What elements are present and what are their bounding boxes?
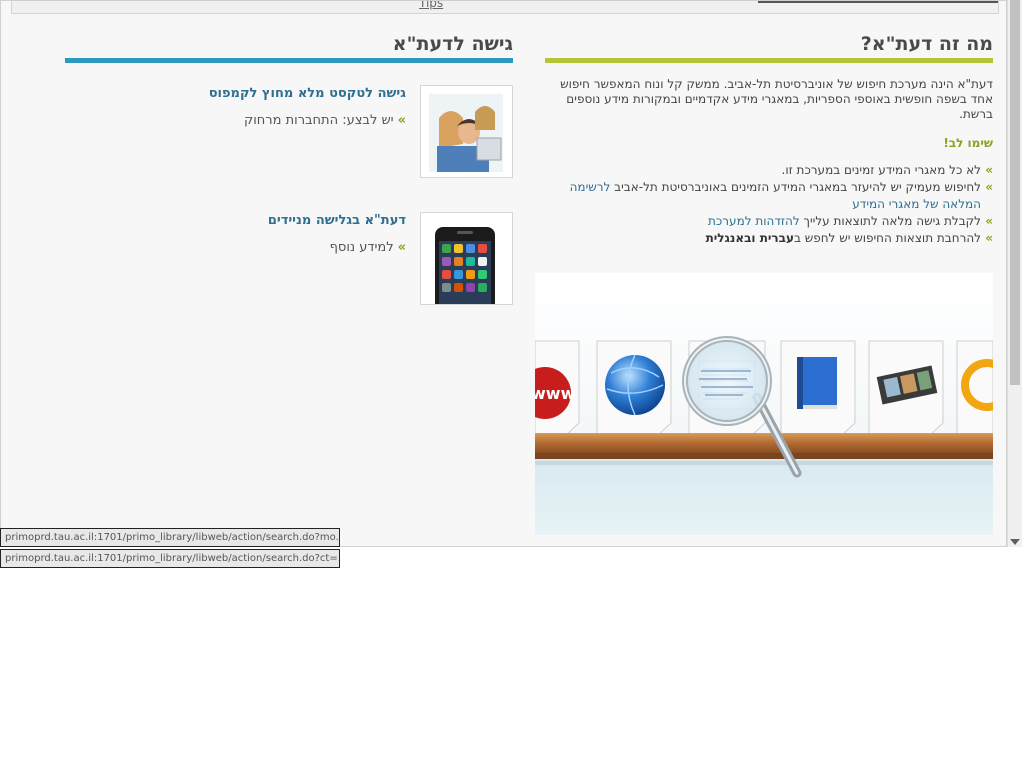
chevron-icon: » (397, 240, 406, 255)
top-bar: Tips (11, 1, 999, 14)
mobile-access-title[interactable]: דעת"א בגלישה מניידים (268, 213, 406, 228)
tips-link[interactable]: Tips (419, 1, 443, 10)
about-intro: דעת"א הינה מערכת חיפוש של אוניברסיטת תל-… (560, 77, 993, 121)
about-divider (545, 58, 993, 63)
top-bar-edge (758, 1, 998, 3)
list-item: » לקבלת גישה מלאה לתוצאות עלייך להזדהות … (708, 214, 993, 228)
book-card-icon (780, 340, 856, 437)
status-bar-url: primoprd.tau.ac.il:1701/primo_library/li… (0, 549, 340, 568)
list-item: » לחיפוש מעמיק יש להיעזר במאגרי המידע הז… (569, 180, 993, 211)
notice-heading: שימו לב! (943, 136, 993, 150)
mobile-access-card: דעת"א בגלישה מניידים »למידע נוסף (65, 190, 513, 317)
www-card-icon: www (535, 340, 580, 437)
about-title: מה זה דעת"א? (860, 33, 993, 55)
email-card-icon (956, 340, 993, 437)
login-link[interactable]: להזדהות למערכת (708, 214, 800, 228)
scrollbar-thumb[interactable] (1010, 0, 1020, 385)
remote-access-card: גישה לטקסט מלא מחוץ לקמפוס »יש לבצע: התח… (65, 63, 513, 190)
bullet-icon: » (985, 163, 993, 177)
vertical-scrollbar[interactable] (1007, 0, 1022, 547)
search-banner-image: www (535, 273, 993, 535)
status-bar-url: primoprd.tau.ac.il:1701/primo_library/li… (0, 528, 340, 547)
globe-card-icon (596, 340, 672, 437)
access-section: גישה לדעת"א גישה לטקסט מלא מחוץ לקמפוס »… (65, 29, 513, 317)
remote-access-title[interactable]: גישה לטקסט מלא מחוץ לקמפוס (209, 86, 406, 101)
chevron-icon: » (397, 113, 406, 128)
remote-access-sub[interactable]: »יש לבצע: התחברות מרחוק (244, 113, 406, 128)
mobile-access-sub[interactable]: »למידע נוסף (330, 240, 406, 255)
notice-list: » לא כל מאגרי המידע זמינים במערכת זו. » … (545, 162, 993, 247)
access-title: גישה לדעת"א (392, 33, 513, 55)
bullet-icon: » (985, 231, 993, 245)
iphone-image (420, 212, 513, 305)
svg-text:www: www (535, 384, 576, 403)
bullet-icon: » (985, 180, 993, 194)
about-section: מה זה דעת"א? דעת"א הינה מערכת חיפוש של א… (545, 29, 993, 247)
family-laptop-image (420, 85, 513, 178)
page-frame: Tips מה זה דעת"א? דעת"א הינה מערכת חיפוש… (0, 0, 1007, 547)
bullet-icon: » (985, 214, 993, 228)
film-card-icon (868, 340, 944, 437)
scroll-down-arrow-icon[interactable] (1010, 539, 1020, 545)
list-item: » לא כל מאגרי המידע זמינים במערכת זו. (781, 163, 994, 177)
list-item: » להרחבת תוצאות החיפוש יש לחפש בעברית וב… (705, 231, 993, 245)
